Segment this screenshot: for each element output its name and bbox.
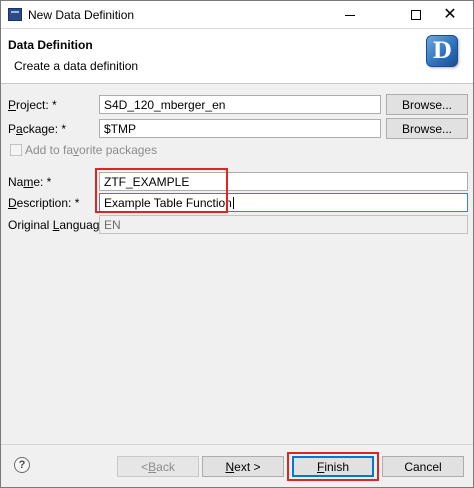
package-field[interactable]: $TMP bbox=[99, 119, 381, 138]
title-bar: New Data Definition ✕ bbox=[1, 1, 473, 29]
page-subtitle: Create a data definition bbox=[14, 59, 139, 73]
wizard-app-icon bbox=[8, 8, 22, 21]
close-button[interactable]: ✕ bbox=[427, 1, 473, 29]
dialog-window: New Data Definition ✕ Data Definition Cr… bbox=[0, 0, 474, 488]
language-label: Original Language: bbox=[8, 218, 110, 232]
name-label: Name: * bbox=[8, 175, 52, 189]
page-title: Data Definition bbox=[8, 38, 93, 52]
name-field[interactable]: ZTF_EXAMPLE bbox=[99, 172, 468, 191]
project-field[interactable]: S4D_120_mberger_en bbox=[99, 95, 381, 114]
maximize-icon bbox=[411, 10, 421, 20]
description-value: Example Table Function bbox=[104, 196, 232, 210]
project-browse-button[interactable]: Browse... bbox=[386, 94, 468, 115]
minimize-icon bbox=[345, 14, 355, 16]
help-icon[interactable]: ? bbox=[14, 457, 30, 473]
package-browse-button[interactable]: Browse... bbox=[386, 118, 468, 139]
back-button[interactable]: < Back bbox=[117, 456, 199, 477]
close-icon: ✕ bbox=[443, 6, 457, 23]
description-field[interactable]: Example Table Function bbox=[99, 193, 468, 212]
package-label: Package: * bbox=[8, 122, 67, 136]
finish-button[interactable]: Finish bbox=[292, 456, 374, 477]
cancel-button[interactable]: Cancel bbox=[382, 456, 464, 477]
language-field: EN bbox=[99, 215, 468, 234]
favorite-checkbox[interactable] bbox=[10, 144, 22, 156]
minimize-button[interactable] bbox=[327, 1, 373, 29]
window-title: New Data Definition bbox=[28, 8, 135, 22]
project-label: Project: * bbox=[8, 98, 57, 112]
wizard-header: Data Definition Create a data definition… bbox=[1, 29, 473, 84]
footer-divider bbox=[1, 444, 473, 445]
data-definition-icon: D bbox=[426, 35, 458, 67]
description-label: Description: * bbox=[8, 196, 80, 210]
next-button[interactable]: Next > bbox=[202, 456, 284, 477]
text-cursor bbox=[232, 197, 234, 209]
favorite-label: Add to favorite packages bbox=[25, 143, 158, 157]
